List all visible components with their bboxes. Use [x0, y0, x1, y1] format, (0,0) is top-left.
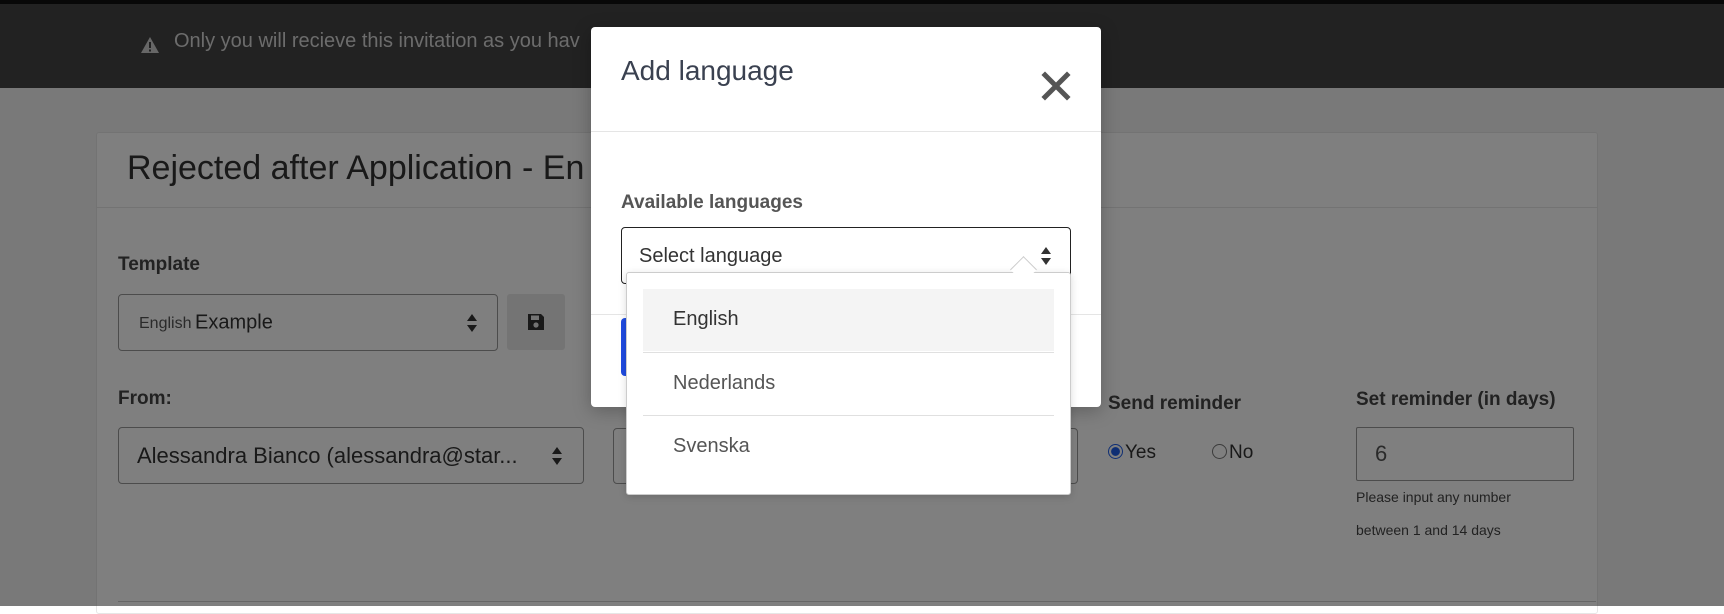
- option-label: Svenska: [673, 435, 750, 457]
- select-arrows-icon: [1041, 246, 1051, 265]
- close-icon[interactable]: [1041, 71, 1071, 101]
- language-option-english[interactable]: English: [643, 289, 1054, 351]
- available-languages-label: Available languages: [621, 192, 803, 213]
- language-option-nederlands[interactable]: Nederlands: [643, 353, 1054, 415]
- language-dropdown: English Nederlands Svenska: [626, 272, 1071, 495]
- modal-title: Add language: [621, 55, 794, 86]
- language-option-svenska[interactable]: Svenska: [643, 416, 1054, 478]
- option-label: English: [673, 308, 739, 330]
- language-select-value: Select language: [639, 245, 783, 267]
- option-label: Nederlands: [673, 372, 776, 394]
- modal-header: Add language: [591, 27, 1101, 132]
